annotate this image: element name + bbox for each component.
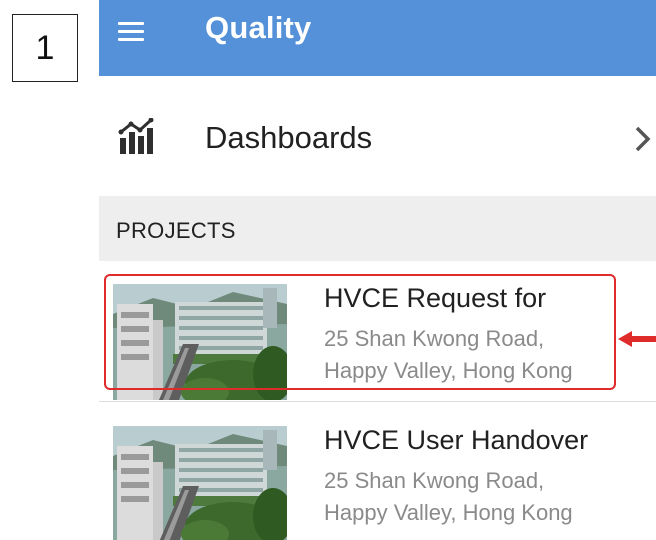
project-name: HVCE User Handover xyxy=(324,425,589,455)
app-screen: Quality Dashboards PROJECTS HVCE Request… xyxy=(99,0,656,540)
project-address-line1: 25 Shan Kwong Road, xyxy=(324,326,545,351)
list-divider xyxy=(99,401,656,402)
chevron-right-icon xyxy=(635,126,651,152)
project-name: HVCE Request for xyxy=(324,283,547,313)
projects-section-header: PROJECTS xyxy=(99,196,656,261)
project-thumbnail xyxy=(113,284,287,400)
project-address-line1: 25 Shan Kwong Road, xyxy=(324,468,545,493)
bar-chart-icon xyxy=(118,118,154,154)
app-bar: Quality xyxy=(99,0,656,76)
hamburger-menu-icon[interactable] xyxy=(118,20,144,42)
step-number: 1 xyxy=(35,28,55,67)
step-number-box: 1 xyxy=(12,14,78,82)
projects-section-label: PROJECTS xyxy=(116,218,236,243)
project-address-line2: Happy Valley, Hong Kong xyxy=(324,500,573,525)
project-item[interactable]: HVCE User Handover 25 Shan Kwong Road, H… xyxy=(99,420,656,540)
app-bar-title: Quality xyxy=(205,10,312,45)
dashboards-menu-item[interactable]: Dashboards xyxy=(99,100,656,178)
dashboards-label: Dashboards xyxy=(205,120,373,155)
project-thumbnail xyxy=(113,426,287,540)
project-address-line2: Happy Valley, Hong Kong xyxy=(324,358,573,383)
arrow-left-icon xyxy=(618,331,656,347)
project-item[interactable]: HVCE Request for 25 Shan Kwong Road, Hap… xyxy=(99,278,656,400)
